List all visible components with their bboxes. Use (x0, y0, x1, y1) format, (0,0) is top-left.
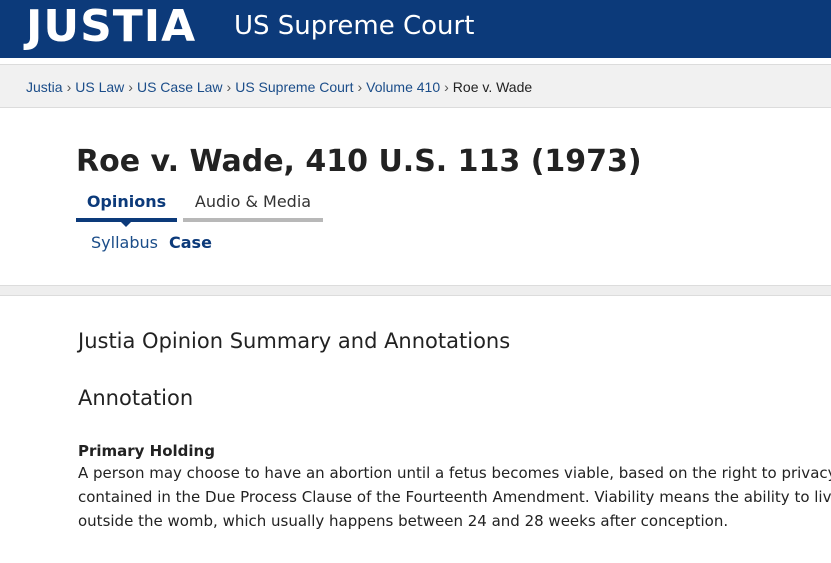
breadcrumb-separator: › (444, 79, 449, 95)
tab-opinions[interactable]: Opinions (76, 190, 177, 227)
breadcrumb-link-us-law[interactable]: US Law (75, 79, 124, 95)
section-divider (0, 285, 831, 296)
breadcrumb-current: Roe v. Wade (452, 79, 533, 95)
breadcrumb-separator: › (66, 79, 72, 95)
summary-heading: Justia Opinion Summary and Annotations (78, 329, 511, 353)
breadcrumb-link-us-supreme-court[interactable]: US Supreme Court (235, 79, 353, 95)
primary-holding-label: Primary Holding (78, 442, 215, 460)
holding-line: A person may choose to have an abortion … (78, 464, 831, 482)
subtab-case[interactable]: Case (169, 233, 212, 253)
site-header: JUSTIA US Supreme Court (0, 0, 831, 58)
tab-opinions-label: Opinions (86, 192, 167, 211)
holding-line: contained in the Due Process Clause of t… (78, 488, 831, 506)
page-title: Roe v. Wade, 410 U.S. 113 (1973) (76, 144, 642, 179)
breadcrumb-separator: › (357, 79, 363, 95)
breadcrumb-separator: › (226, 79, 232, 95)
tab-audio-media[interactable]: Audio & Media (183, 190, 323, 222)
site-section-title[interactable]: US Supreme Court (234, 10, 474, 42)
annotation-heading: Annotation (78, 386, 194, 410)
justia-logo[interactable]: JUSTIA (26, 1, 196, 53)
breadcrumb-link-justia[interactable]: Justia (26, 79, 63, 95)
breadcrumb-link-volume-410[interactable]: Volume 410 (366, 79, 440, 95)
breadcrumb: Justia › US Law › US Case Law › US Supreme Cou… (26, 79, 532, 95)
breadcrumb-separator: › (128, 79, 133, 95)
active-tab-caret-icon (120, 221, 132, 227)
primary-holding-text: A person may choose to have an abortion … (78, 461, 831, 533)
subtab-syllabus[interactable]: Syllabus (91, 233, 158, 253)
breadcrumb-link-us-case-law[interactable]: US Case Law (137, 79, 223, 95)
breadcrumb-bar: Justia › US Law › US Case Law › US Supreme Cou… (0, 64, 831, 108)
tab-audio-media-label: Audio & Media (194, 192, 312, 211)
holding-line: outside the womb, which usually happens … (78, 512, 729, 530)
